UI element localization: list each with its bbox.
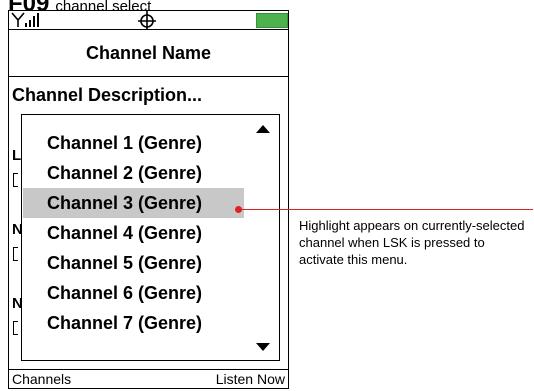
menu-item-channel-2[interactable]: Channel 2 (Genre): [23, 158, 244, 188]
softkey-bar: Channels Listen Now: [9, 369, 288, 388]
menu-item-channel-4[interactable]: Channel 4 (Genre): [23, 218, 244, 248]
phone-screen: Channel Name Channel Description... L N …: [8, 10, 289, 389]
menu-item-channel-6[interactable]: Channel 6 (Genre): [23, 278, 244, 308]
menu-item-channel-7[interactable]: Channel 7 (Genre): [23, 308, 244, 338]
menu-item-channel-1[interactable]: Channel 1 (Genre): [23, 128, 244, 158]
screen-title: Channel Name: [9, 30, 288, 77]
right-softkey[interactable]: Listen Now: [216, 370, 285, 388]
scroll-down-icon[interactable]: [256, 343, 270, 351]
menu-item-channel-5[interactable]: Channel 5 (Genre): [23, 248, 244, 278]
status-bar: [9, 11, 288, 30]
left-softkey[interactable]: Channels: [12, 370, 71, 388]
channel-select-menu: Channel 1 (Genre) Channel 2 (Genre) Channe…: [21, 114, 280, 361]
channel-name: Channel Name: [85, 42, 212, 63]
callout-line: [239, 209, 533, 210]
signal-strength-icon: [11, 12, 39, 27]
channel-description: Channel Description...: [12, 85, 203, 105]
annotation-text: Highlight appears on currently-selected …: [299, 218, 525, 267]
battery-icon: [256, 13, 288, 28]
menu-item-channel-3[interactable]: Channel 3 (Genre): [23, 188, 244, 218]
crosshair-icon: [138, 11, 156, 30]
callout-dot: [235, 206, 242, 213]
scroll-up-icon[interactable]: [256, 125, 270, 133]
